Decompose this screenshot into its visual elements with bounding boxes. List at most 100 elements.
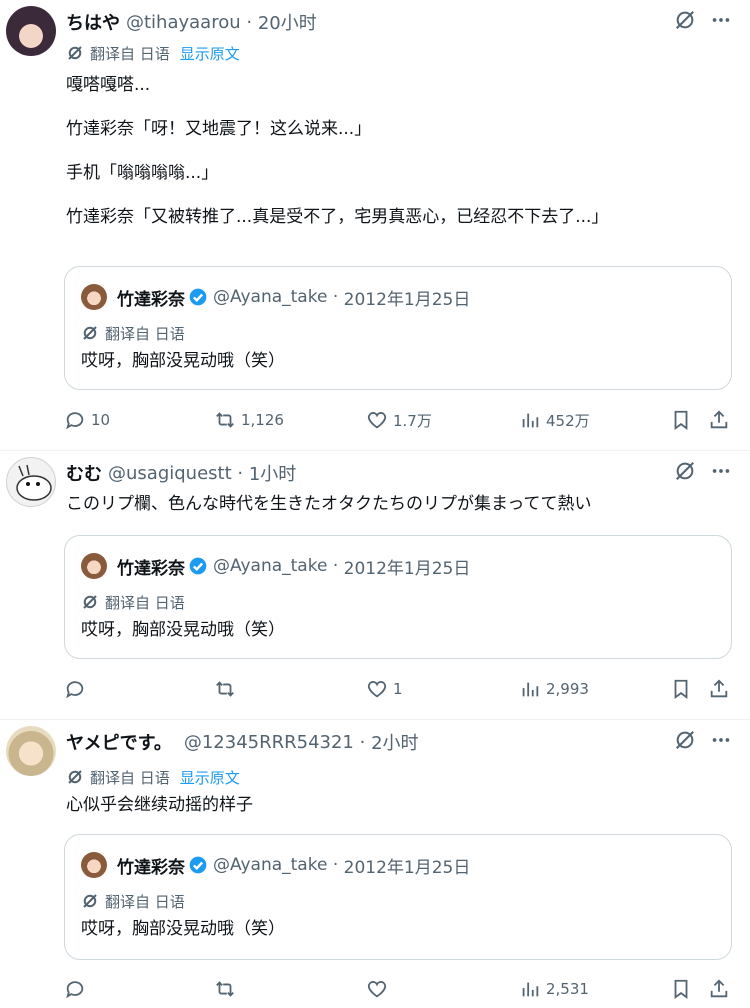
quoted-avatar [81,852,107,878]
dot-separator: · [353,731,372,753]
translate-icon [81,324,99,342]
like-button[interactable] [366,974,393,1004]
moomin-avatar-icon [16,458,52,501]
like-button[interactable]: 1 [366,674,403,704]
retweet-button[interactable] [214,974,241,1004]
tweet-text: 心似乎会继续动摇的样子 [66,795,253,815]
tweet-3[interactable]: ヤメピです。 @12345RRR54321 · 2小时 翻译自 日语 显示原文 … [0,720,750,1008]
retweet-count: 1,126 [241,411,284,429]
author-name[interactable]: ヤメピです。 [66,729,172,755]
avatar[interactable] [6,6,56,56]
quoted-tweet[interactable]: 竹達彩奈 @Ayana_take · 2012年1月25日 翻译自 日语 哎呀，… [64,535,732,659]
quoted-author-name: 竹達彩奈 [117,289,185,310]
quoted-tweet[interactable]: 竹達彩奈 @Ayana_take · 2012年1月25日 翻译自 日语 哎呀，… [64,266,732,390]
share-button[interactable] [708,405,735,435]
quoted-header: 竹達彩奈 @Ayana_take · 2012年1月25日 [117,553,470,579]
bookmark-icon [670,678,692,700]
translation-notice: 翻译自 日语 显示原文 [66,42,240,64]
author-handle[interactable]: @12345RRR54321 [184,732,354,753]
quoted-translation-notice: 翻译自 日语 [81,322,185,344]
retweet-icon [214,678,236,700]
reply-count: 10 [91,411,111,429]
avatar[interactable] [6,726,56,776]
retweet-button[interactable] [214,674,241,704]
tweet-text: このリプ欄、色んな時代を生きたオタクたちのリプが集まってて熱い [66,494,592,514]
heart-icon [366,409,388,431]
views-icon [519,409,541,431]
reply-button[interactable] [64,974,91,1004]
retweet-icon [214,409,236,431]
share-icon [708,409,730,431]
quoted-date: 2012年1月25日 [343,289,471,310]
more-options-icon[interactable] [710,460,732,482]
reply-icon [64,978,86,1000]
more-options-icon[interactable] [710,729,732,751]
like-count: 1.7万 [393,411,432,430]
show-original-link[interactable]: 显示原文 [180,767,240,788]
tweet-header: ヤメピです。 @12345RRR54321 · 2小时 [66,729,419,755]
bookmark-icon [670,409,692,431]
retweet-icon [214,978,236,1000]
timestamp[interactable]: 2小时 [371,729,418,755]
view-count: 2,531 [546,980,589,998]
author-name[interactable]: ちはや [66,9,120,35]
quoted-date: 2012年1月25日 [343,558,471,579]
tweet-2[interactable]: むむ @usagiquestt · 1小时 このリプ欄、色んな時代を生きたオタク… [0,451,750,719]
quoted-avatar [81,284,107,310]
tweet-text: 嘎嗒嘎嗒... 竹達彩奈「呀！又地震了！这么说来...」 手机「嗡嗡嗡嗡...」… [66,75,609,227]
quoted-translation-notice: 翻译自 日语 [81,890,185,912]
timestamp[interactable]: 20小时 [258,9,317,35]
tweet-header: むむ @usagiquestt · 1小时 [66,460,296,486]
more-options-icon[interactable] [710,9,732,31]
translated-from-label: 翻译自 日语 [90,44,170,63]
dot-separator: · [327,855,344,875]
quoted-handle: @Ayana_take [213,855,328,875]
dot-separator: · [231,462,249,484]
action-bar: 10 1,126 1.7万 452万 [64,405,740,435]
views-button[interactable]: 2,993 [519,674,589,704]
quoted-avatar [81,553,107,579]
like-button[interactable]: 1.7万 [366,405,432,435]
translate-icon [66,768,84,786]
verified-badge-icon [189,288,207,306]
quoted-date: 2012年1月25日 [343,857,471,878]
quoted-text: 哎呀，胸部没晃动哦（笑） [81,919,285,939]
quoted-handle: @Ayana_take [213,556,328,576]
view-count: 2,993 [546,680,589,698]
dot-separator: · [240,11,258,33]
quoted-translated-from-label: 翻译自 日语 [105,892,185,911]
quoted-tweet[interactable]: 竹達彩奈 @Ayana_take · 2012年1月25日 翻译自 日语 哎呀，… [64,834,732,960]
grok-icon[interactable] [674,460,696,482]
grok-icon[interactable] [674,9,696,31]
heart-icon [366,978,388,1000]
share-button[interactable] [708,974,735,1004]
quoted-translation-notice: 翻译自 日语 [81,591,185,613]
action-bar: 2,531 [64,974,740,1004]
share-button[interactable] [708,674,735,704]
timestamp[interactable]: 1小时 [249,460,296,486]
quoted-text: 哎呀，胸部没晃动哦（笑） [81,351,285,371]
bookmark-icon [670,978,692,1000]
reply-button[interactable] [64,674,91,704]
retweet-button[interactable]: 1,126 [214,405,284,435]
like-count: 1 [393,680,403,698]
tweet-1[interactable]: ちはや @tihayaarou · 20小时 翻译自 日语 显示原文 嘎嗒嘎嗒.… [0,0,750,450]
quoted-text: 哎呀，胸部没晃动哦（笑） [81,620,285,640]
quoted-handle: @Ayana_take [213,287,328,307]
author-name[interactable]: むむ [66,460,102,486]
bookmark-button[interactable] [670,405,697,435]
quoted-header: 竹達彩奈 @Ayana_take · 2012年1月25日 [117,284,470,310]
translate-icon [66,44,84,62]
verified-badge-icon [189,557,207,575]
bookmark-button[interactable] [670,974,697,1004]
views-button[interactable]: 2,531 [519,974,589,1004]
author-handle[interactable]: @tihayaarou [126,12,241,33]
avatar[interactable] [6,457,56,507]
bookmark-button[interactable] [670,674,697,704]
verified-badge-icon [189,856,207,874]
reply-button[interactable]: 10 [64,405,110,435]
show-original-link[interactable]: 显示原文 [180,43,240,64]
author-handle[interactable]: @usagiquestt [108,463,232,484]
grok-icon[interactable] [674,729,696,751]
views-button[interactable]: 452万 [519,405,590,435]
